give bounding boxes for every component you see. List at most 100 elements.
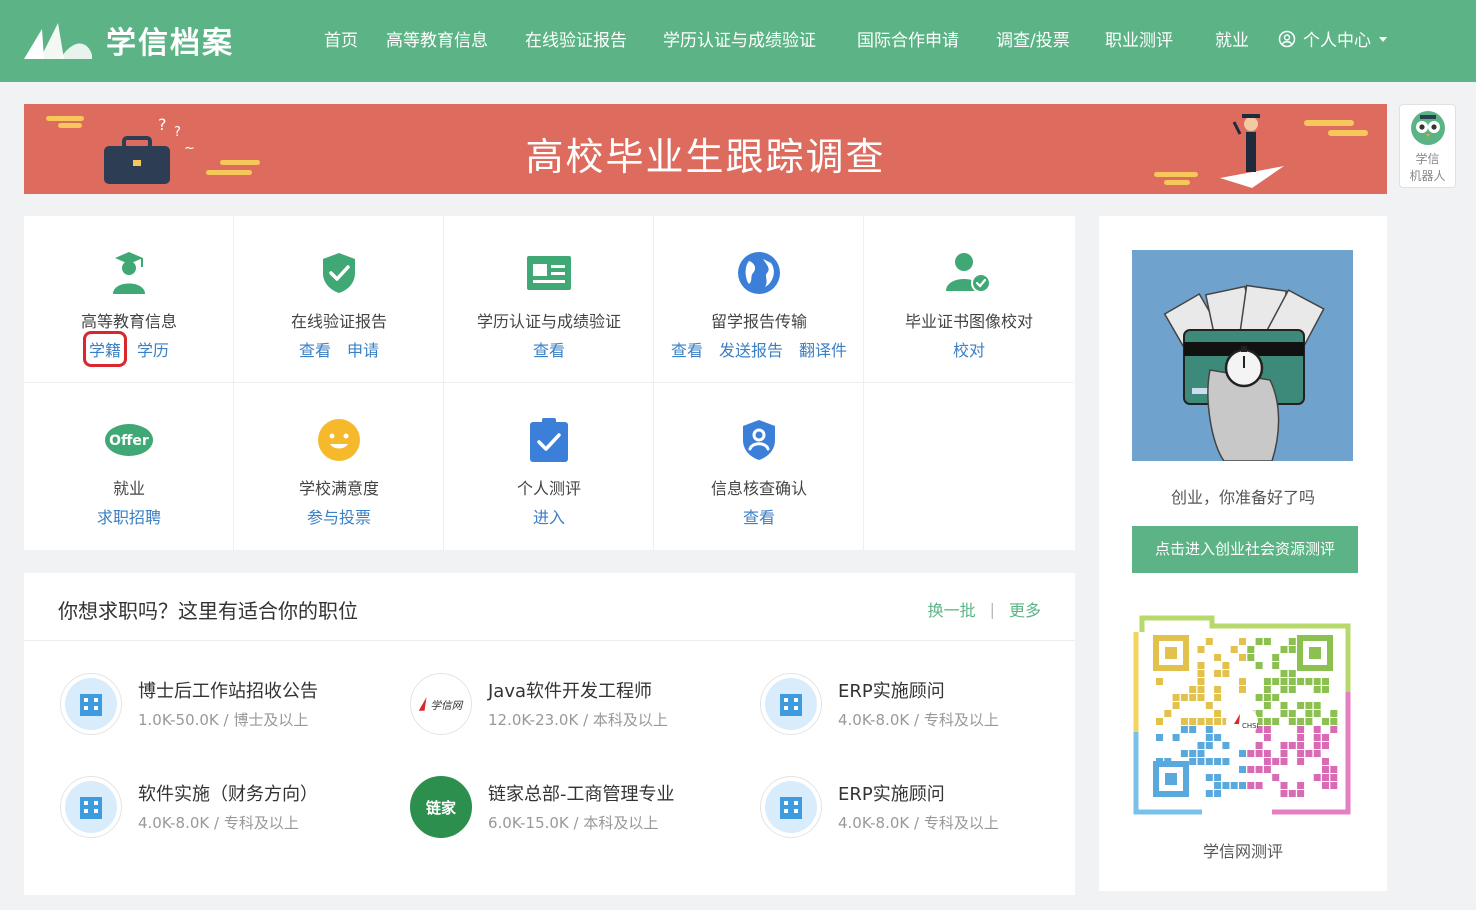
assessment-qr-code[interactable]: CHSI — [1132, 612, 1353, 824]
qr-module — [1280, 670, 1288, 677]
qr-module — [1214, 710, 1222, 717]
qr-module — [1180, 726, 1188, 733]
send-report-link[interactable]: 发送报告 — [719, 337, 783, 361]
qr-module — [1280, 646, 1288, 653]
job-item[interactable]: ERP实施顾问 4.0K-8.0K / 专科及以上 — [760, 776, 1090, 846]
chat-robot-widget[interactable]: 学信 机器人 — [1399, 104, 1456, 188]
startup-assessment-button[interactable]: 点击进入创业社会资源测评 — [1132, 526, 1358, 573]
qr-module — [1180, 694, 1188, 701]
qr-module — [1255, 742, 1263, 749]
nav-survey-vote[interactable]: 调查/投票 — [996, 26, 1070, 51]
qr-module — [1255, 694, 1263, 701]
qr-module — [1297, 718, 1305, 725]
qr-module — [1313, 702, 1321, 709]
qr-module — [1322, 758, 1329, 765]
view-verification-link[interactable]: 查看 — [743, 504, 775, 528]
qr-module — [1255, 750, 1263, 757]
apply-report-link[interactable]: 申请 — [347, 337, 379, 361]
qr-module — [1263, 758, 1271, 765]
qr-module — [1280, 782, 1288, 789]
qr-module — [1247, 646, 1255, 653]
service-employment: Offer 就业 求职招聘 — [24, 383, 234, 550]
svg-text:Offer: Offer — [109, 433, 149, 449]
qr-module — [1288, 790, 1296, 797]
proofread-link[interactable]: 校对 — [953, 337, 985, 361]
refresh-jobs-link[interactable]: 换一批 — [928, 597, 976, 621]
nav-home[interactable]: 首页 — [324, 26, 358, 51]
service-info-verification: 信息核查确认 查看 — [654, 383, 864, 550]
qr-module — [1272, 678, 1280, 685]
qr-module — [1280, 750, 1288, 757]
qr-module — [1189, 686, 1197, 693]
service-title: 学校满意度 — [298, 479, 379, 498]
nav-online-verification-report[interactable]: 在线验证报告 — [525, 26, 627, 51]
job-search-link[interactable]: 求职招聘 — [97, 504, 161, 528]
logo-title: 学信档案 — [106, 26, 234, 61]
qr-module — [1313, 742, 1321, 749]
qr-module — [1197, 646, 1205, 653]
vote-link[interactable]: 参与投票 — [307, 504, 371, 528]
more-jobs-link[interactable]: 更多 — [1009, 597, 1041, 621]
qr-module — [1322, 678, 1329, 685]
building-logo-icon — [60, 776, 122, 838]
qr-module — [1222, 742, 1230, 749]
qr-module — [1288, 686, 1296, 693]
qr-module — [1205, 742, 1213, 749]
qr-module — [1272, 774, 1280, 781]
job-item[interactable]: 软件实施（财务方向） 4.0K-8.0K / 专科及以上 — [60, 776, 390, 846]
building-logo-icon — [760, 673, 822, 735]
survey-banner[interactable]: ? ? ~ 高校毕业生跟踪调查 — [24, 104, 1387, 194]
qr-module — [1205, 718, 1213, 725]
job-item[interactable]: 博士后工作站招收公告 1.0K-50.0K / 博士及以上 — [60, 673, 390, 743]
qr-module — [1330, 766, 1338, 773]
qr-module — [1313, 686, 1321, 693]
student-status-link[interactable]: 学籍 — [82, 331, 128, 367]
qr-module — [1214, 774, 1222, 781]
qr-module — [1288, 646, 1296, 653]
qr-module — [1330, 718, 1338, 725]
nav-career-assessment[interactable]: 职业测评 — [1105, 26, 1173, 51]
view-report-link[interactable]: 查看 — [299, 337, 331, 361]
job-title: 链家总部-工商管理专业 — [488, 784, 675, 805]
qr-module — [1263, 726, 1271, 733]
robot-label-line1: 学信 — [1415, 152, 1440, 166]
service-personal-assessment: 个人测评 进入 — [444, 383, 654, 550]
qr-module — [1280, 678, 1288, 685]
qr-module — [1280, 758, 1288, 765]
startup-ad-image[interactable] — [1132, 250, 1353, 461]
qr-module — [1239, 638, 1246, 645]
nav-higher-education-info[interactable]: 高等教育信息 — [386, 26, 488, 51]
degree-record-link[interactable]: 学历 — [137, 337, 169, 361]
qr-module — [1272, 718, 1280, 725]
job-item[interactable]: 链家 链家总部-工商管理专业 6.0K-15.0K / 本科及以上 — [410, 776, 740, 846]
qr-module — [1297, 702, 1305, 709]
qr-module — [1180, 718, 1188, 725]
nav-degree-certification[interactable]: 学历认证与成绩验证 — [663, 26, 816, 51]
job-item[interactable]: 学信网 Java软件开发工程师 12.0K-23.0K / 本科及以上 — [410, 673, 740, 743]
qr-module — [1305, 710, 1313, 717]
qr-module — [1230, 646, 1238, 653]
offer-badge-icon: Offer — [105, 424, 153, 456]
qr-module — [1189, 750, 1197, 757]
svg-text:CHSI: CHSI — [1242, 722, 1259, 730]
qr-module — [1214, 790, 1222, 797]
qr-module — [1263, 702, 1271, 709]
qr-module — [1197, 718, 1205, 725]
site-logo[interactable]: 学信档案 — [22, 14, 234, 66]
user-circle-icon — [1278, 30, 1296, 47]
nav-employment[interactable]: 就业 — [1215, 26, 1249, 51]
job-salary: 4.0K-8.0K — [138, 814, 210, 832]
nav-international-cooperation[interactable]: 国际合作申请 — [857, 26, 959, 51]
user-center-menu[interactable]: 个人中心 — [1278, 26, 1388, 51]
translation-link[interactable]: 翻译件 — [799, 337, 847, 361]
qr-module — [1313, 734, 1321, 741]
job-item[interactable]: ERP实施顾问 4.0K-8.0K / 专科及以上 — [760, 673, 1090, 743]
smiley-face-icon — [318, 419, 360, 461]
view-certification-link[interactable]: 查看 — [533, 337, 565, 361]
view-abroad-report-link[interactable]: 查看 — [671, 337, 703, 361]
services-panel: 高等教育信息 学籍 学历 在线验证报告 查看 申请 学历认证与成绩验证 查看 留… — [24, 216, 1075, 550]
qr-module — [1297, 734, 1305, 741]
startup-ad-text: 创业，你准备好了吗 — [1170, 488, 1315, 507]
enter-assessment-link[interactable]: 进入 — [533, 504, 565, 528]
qr-module — [1197, 678, 1205, 685]
